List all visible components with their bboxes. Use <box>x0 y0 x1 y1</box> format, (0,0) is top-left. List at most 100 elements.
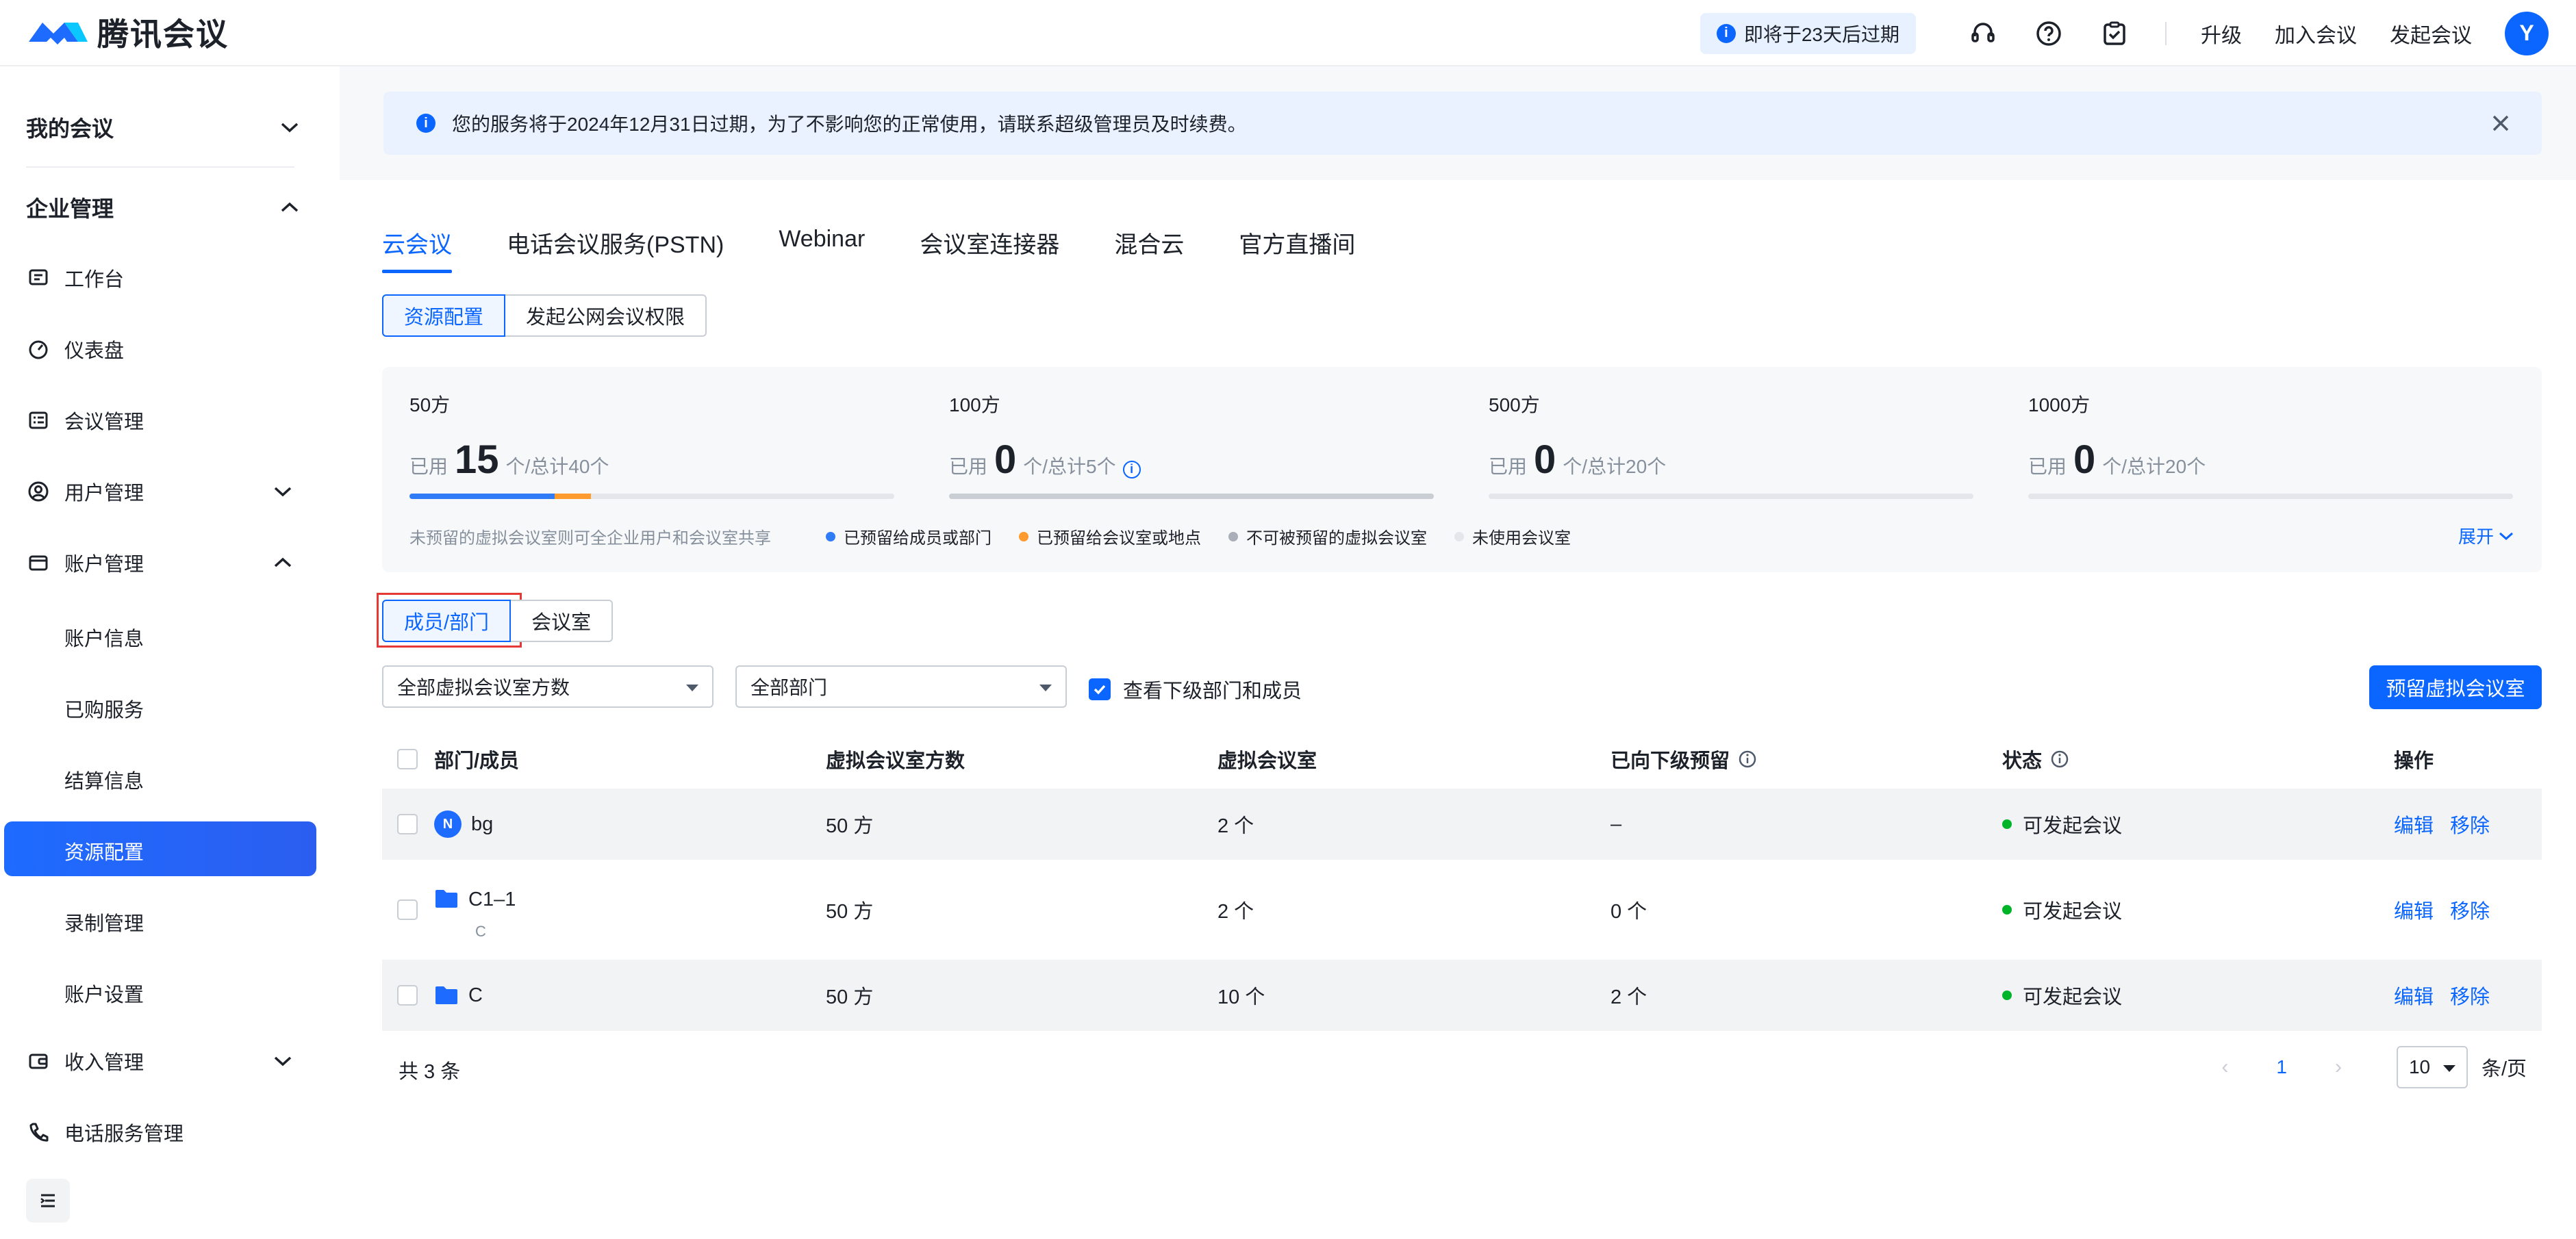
capacity-filter-select[interactable]: 全部虚拟会议室方数 <box>382 665 714 708</box>
sidebar-item-workbench[interactable]: 工作台 <box>26 257 314 298</box>
expiry-notice: i 您的服务将于2024年12月31日过期，为了不影响您的正常使用，请联系超级管… <box>383 92 2542 155</box>
expand-label: 展开 <box>2458 526 2494 547</box>
prev-page-icon[interactable]: ‹ <box>2221 1056 2228 1079</box>
stat-total-label: 个/总计20个 <box>1563 456 1667 477</box>
sidebar-item-label: 账户管理 <box>64 554 144 576</box>
page-size-value: 10 <box>2408 1056 2431 1077</box>
expand-button[interactable]: 展开 <box>2458 523 2514 548</box>
member-badge: N <box>434 810 462 838</box>
legend-dot <box>826 531 835 541</box>
stat-used-label: 已用 <box>2028 456 2067 477</box>
remove-link[interactable]: 移除 <box>2450 981 2490 1010</box>
column-header-status: 状态 <box>2002 730 2069 789</box>
remove-link[interactable]: 移除 <box>2450 895 2490 924</box>
table-footer: 共 3 条 ‹ 1 › 10 条/页 <box>382 1045 2542 1090</box>
notice-text: 您的服务将于2024年12月31日过期，为了不影响您的正常使用，请联系超级管理员… <box>452 114 1247 135</box>
config-subtabs: 资源配置 发起公网会议权限 <box>382 294 707 337</box>
expire-badge[interactable]: i 即将于23天后过期 <box>1700 12 1916 54</box>
product-tabs: 云会议 电话会议服务(PSTN) Webinar 会议室连接器 混合云 官方直播… <box>382 226 1410 273</box>
subtab-public-meeting-permission[interactable]: 发起公网会议权限 <box>505 294 707 337</box>
row-reserved: 2 个 <box>1611 986 1647 1008</box>
table-header: 部门/成员 虚拟会议室方数 虚拟会议室 已向下级预留 状态 操作 <box>382 730 2542 789</box>
app-logo[interactable]: 腾讯会议 <box>26 10 229 55</box>
stat-total-label: 个/总计20个 <box>2102 456 2206 477</box>
task-list-icon[interactable] <box>2099 18 2130 49</box>
department-filter-select[interactable]: 全部部门 <box>735 665 1067 708</box>
upgrade-link[interactable]: 升级 <box>2201 18 2242 49</box>
sidebar-subitem-recording[interactable]: 录制管理 <box>64 908 144 936</box>
stat-used-label: 已用 <box>409 456 449 477</box>
row-checkbox[interactable] <box>397 899 418 920</box>
help-icon[interactable] <box>2034 18 2064 49</box>
legend-label: 已预留给成员或部门 <box>844 529 992 548</box>
edit-link[interactable]: 编辑 <box>2394 981 2434 1010</box>
subtab-resource-config[interactable]: 资源配置 <box>382 294 506 337</box>
table-row: C1–1 C 50 方 2 个 0 个 可发起会议 编辑 移除 <box>382 860 2542 960</box>
tab-official-live[interactable]: 官方直播间 <box>1239 226 1355 273</box>
row-rooms: 2 个 <box>1217 901 1254 923</box>
user-avatar[interactable]: Y <box>2505 11 2549 55</box>
tab-pstn[interactable]: 电话会议服务(PSTN) <box>507 226 724 273</box>
legend-label: 已预留给会议室或地点 <box>1037 529 1201 548</box>
column-header: 操作 <box>2394 750 2434 772</box>
tab-cloud-meeting[interactable]: 云会议 <box>382 226 452 273</box>
row-checkbox[interactable] <box>397 985 418 1006</box>
sidebar-item-meeting-management[interactable]: 会议管理 <box>26 400 314 441</box>
customer-service-icon[interactable] <box>1968 18 1998 49</box>
row-name: C <box>468 984 483 1006</box>
info-icon[interactable]: i <box>1122 460 1141 478</box>
close-icon[interactable] <box>2490 112 2512 134</box>
tab-hybrid-cloud[interactable]: 混合云 <box>1114 226 1184 273</box>
stat-used-value: 0 <box>994 437 1017 482</box>
row-status: 可发起会议 <box>2023 986 2123 1008</box>
user-icon <box>26 479 51 504</box>
page-size-select[interactable]: 10 <box>2396 1046 2468 1088</box>
sidebar-group-label: 企业管理 <box>26 196 114 221</box>
chevron-down-icon <box>274 487 292 497</box>
sidebar-group-enterprise[interactable]: 企业管理 <box>26 192 300 223</box>
sidebar-subitem-resource-config[interactable] <box>4 821 316 876</box>
sidebar-subitem-billing-info[interactable]: 结算信息 <box>64 765 144 794</box>
start-meeting-link[interactable]: 发起会议 <box>2390 18 2472 49</box>
tab-room-connector[interactable]: 会议室连接器 <box>920 226 1059 273</box>
sidebar-item-user-management[interactable]: 用户管理 <box>26 471 314 512</box>
caret-down-icon <box>686 685 698 691</box>
join-meeting-link[interactable]: 加入会议 <box>2275 18 2357 49</box>
select-all-checkbox[interactable] <box>397 749 418 769</box>
info-circle-icon[interactable] <box>1738 750 1757 769</box>
resource-table: 部门/成员 虚拟会议室方数 虚拟会议室 已向下级预留 状态 操作 Nbg 50 … <box>382 730 2542 1031</box>
sidebar-divider <box>26 166 294 168</box>
checkbox-label: 查看下级部门和成员 <box>1123 680 1302 702</box>
reserve-room-button[interactable]: 预留虚拟会议室 <box>2369 665 2542 709</box>
edit-link[interactable]: 编辑 <box>2394 895 2434 924</box>
row-checkbox[interactable] <box>397 814 418 834</box>
status-dot <box>2002 819 2012 829</box>
sidebar-collapse-button[interactable] <box>26 1179 70 1223</box>
stat-used-value: 0 <box>1534 437 1556 482</box>
sidebar-subitem-account-info[interactable]: 账户信息 <box>64 623 144 652</box>
toggle-meeting-rooms[interactable]: 会议室 <box>511 600 614 642</box>
sidebar-item-account-management[interactable]: 账户管理 <box>26 542 314 583</box>
tab-webinar[interactable]: Webinar <box>779 226 865 273</box>
sidebar-group-my-meetings[interactable]: 我的会议 <box>26 112 300 143</box>
column-header-reserved: 已向下级预留 <box>1611 730 1757 789</box>
info-icon: i <box>416 114 435 133</box>
sidebar-subitem-account-settings[interactable]: 账户设置 <box>64 979 144 1008</box>
page-number-current[interactable]: 1 <box>2276 1056 2287 1078</box>
sidebar-subitem-purchased-services[interactable]: 已购服务 <box>64 694 144 723</box>
legend-item: 已预留给成员或部门 <box>826 524 992 548</box>
usage-bar <box>409 494 894 499</box>
caret-down-icon <box>1039 685 1052 691</box>
sidebar-item-revenue[interactable]: 收入管理 <box>26 1040 314 1082</box>
remove-link[interactable]: 移除 <box>2450 810 2490 839</box>
include-sub-checkbox[interactable]: 查看下级部门和成员 <box>1089 675 1302 704</box>
sidebar-item-dashboard[interactable]: 仪表盘 <box>26 329 314 370</box>
edit-link[interactable]: 编辑 <box>2394 810 2434 839</box>
info-circle-icon[interactable] <box>2050 750 2069 769</box>
next-page-icon[interactable]: › <box>2335 1056 2342 1079</box>
column-header: 状态 <box>2002 750 2043 772</box>
toggle-members-departments[interactable]: 成员/部门 <box>382 600 512 642</box>
header-divider <box>2165 21 2167 45</box>
chevron-up-icon <box>281 202 299 212</box>
sidebar-item-phone-service[interactable]: 电话服务管理 <box>26 1112 314 1153</box>
